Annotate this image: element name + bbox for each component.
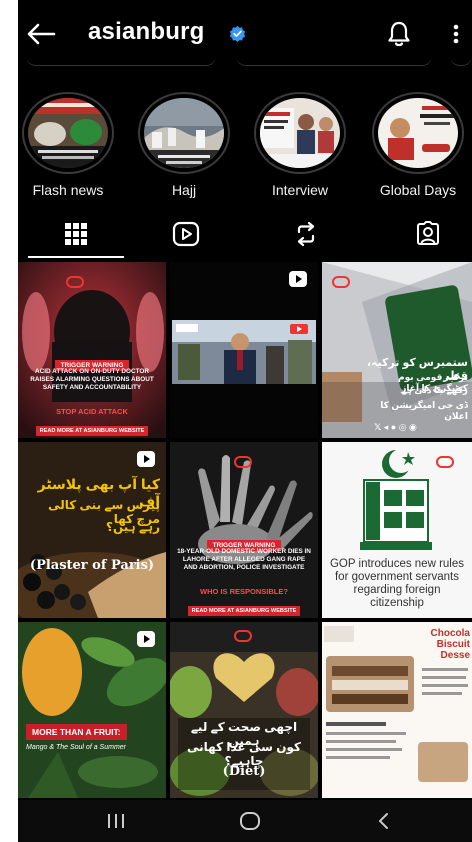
brand-logo-icon [332, 276, 350, 288]
highlight-thumbnail [28, 98, 108, 168]
more-vertical-icon [453, 24, 459, 44]
post-tagline: WHO IS RESPONSIBLE? [200, 587, 288, 596]
post-headline: MORE THAN A FRUIT: [26, 724, 127, 740]
post-tile[interactable]: TRIGGER WARNING 18-YEAR-OLD DOMESTIC WOR… [170, 442, 318, 618]
repost-icon [297, 221, 315, 247]
profile-username: asianburg [88, 18, 205, 45]
tab-reels[interactable] [146, 210, 226, 258]
highlight-thumbnail [144, 98, 224, 168]
post-subtitle: Mango & The Soul of a Summer [26, 744, 126, 751]
post-caption: (Plaster of Paris) [29, 558, 155, 573]
active-tab-indicator [28, 256, 124, 258]
brand-logo-icon [436, 456, 454, 468]
highlight-label: Flash news [32, 182, 104, 198]
recents-button[interactable] [96, 808, 136, 834]
brand-logo-icon [66, 276, 84, 288]
tab-grid[interactable] [36, 210, 116, 258]
back-button[interactable] [24, 20, 58, 48]
nav-back-icon [379, 813, 388, 829]
post-tile[interactable]: TRIGGER WARNING ACID ATTACK ON ON-DUTY D… [18, 262, 166, 438]
highlight-label: Interview [271, 182, 329, 198]
highlight-ring [22, 92, 114, 174]
post-tile[interactable]: Chocola Biscuit Desse [322, 622, 472, 798]
post-title: Biscuit [436, 639, 470, 650]
back-arrow-icon [27, 23, 56, 45]
reel-indicator-icon [137, 631, 155, 647]
highlight-ring [372, 92, 464, 174]
highlight-label: Hajj [171, 182, 197, 198]
strip-segment [450, 56, 472, 66]
more-options-button[interactable] [446, 19, 466, 49]
post-tile[interactable] [170, 262, 318, 438]
profile-screen: asianburg Flash news Hajj Interview Glob… [18, 0, 472, 842]
post-tile[interactable]: GOP introduces new rules for government … [322, 442, 472, 618]
recents-icon [108, 814, 124, 828]
highlight-flash-news[interactable]: Flash news [18, 92, 118, 198]
profile-tabs [18, 210, 472, 258]
highlight-ring [138, 92, 230, 174]
tab-tagged[interactable] [388, 210, 468, 258]
post-urdu-text: رکھے جا دلی ہے [401, 385, 468, 395]
post-headline: ACID ATTACK ON ON-DUTY DOCTOR RAISES ALA… [30, 368, 154, 391]
strip-segment [26, 56, 216, 66]
tab-reposts[interactable] [266, 210, 346, 258]
highlight-thumbnail [260, 98, 340, 168]
posts-grid: TRIGGER WARNING ACID ATTACK ON ON-DUTY D… [18, 262, 472, 800]
post-footer: READ MORE AT ASIANBURG WEBSITE [187, 606, 301, 616]
highlight-global-days[interactable]: Global Days [368, 92, 468, 198]
post-title: Chocola [430, 628, 470, 639]
grid-icon [65, 223, 87, 245]
home-circle-icon [240, 812, 260, 830]
header-divider-strip [18, 56, 472, 70]
highlight-label: Global Days [379, 182, 457, 198]
highlight-interview[interactable]: Interview [250, 92, 350, 198]
reel-indicator-icon [289, 271, 307, 287]
brand-logo-icon [234, 630, 252, 642]
highlight-hajj[interactable]: Hajj [134, 92, 234, 198]
post-urdu-text: رہے ہیں؟ [106, 520, 160, 534]
bell-icon [388, 21, 410, 47]
post-urdu-text: ڈی جی امیگریشن کا اعلان [380, 400, 468, 421]
post-tile[interactable]: کیا آپ بھی پلاسٹر آف پیرس سے بنی کالی مر… [18, 442, 166, 618]
post-tagline: STOP ACID ATTACK [56, 407, 128, 416]
highlight-thumbnail [378, 98, 458, 168]
strip-segment [236, 56, 432, 66]
post-footer: READ MORE AT ASIANBURG WEBSITE [35, 426, 149, 436]
reel-indicator-icon [137, 451, 155, 467]
reels-icon [172, 221, 200, 247]
system-navigation-bar [18, 800, 472, 842]
brand-logo-icon [234, 456, 252, 468]
highlight-ring [254, 92, 346, 174]
home-button[interactable] [230, 808, 270, 834]
post-caption: (Diet) [222, 764, 266, 779]
social-icons: 𝕏 ◂ ● ◎ ◉ [374, 422, 417, 432]
post-headline: 18-YEAR-OLD DOMESTIC WORKER DIES IN LAHO… [177, 548, 311, 571]
post-headline: GOP introduces new rules for government … [329, 558, 465, 609]
nav-back-button[interactable] [364, 808, 404, 834]
post-tile[interactable]: MORE THAN A FRUIT: Mango & The Soul of a… [18, 622, 166, 798]
story-highlights: Flash news Hajj Interview Global Days [18, 92, 472, 202]
post-title: Desse [440, 650, 470, 661]
post-tile[interactable]: اچھی صحت کے لیے ہمیں کون سی غذا کھانی چا… [170, 622, 318, 798]
verified-badge-icon [229, 25, 246, 42]
post-tile[interactable]: ستمبرس کو ترکیہ، قطر ترکیہ قومی بوم کیٹی… [322, 262, 472, 438]
notifications-button[interactable] [384, 19, 414, 49]
tagged-person-icon [417, 221, 439, 245]
